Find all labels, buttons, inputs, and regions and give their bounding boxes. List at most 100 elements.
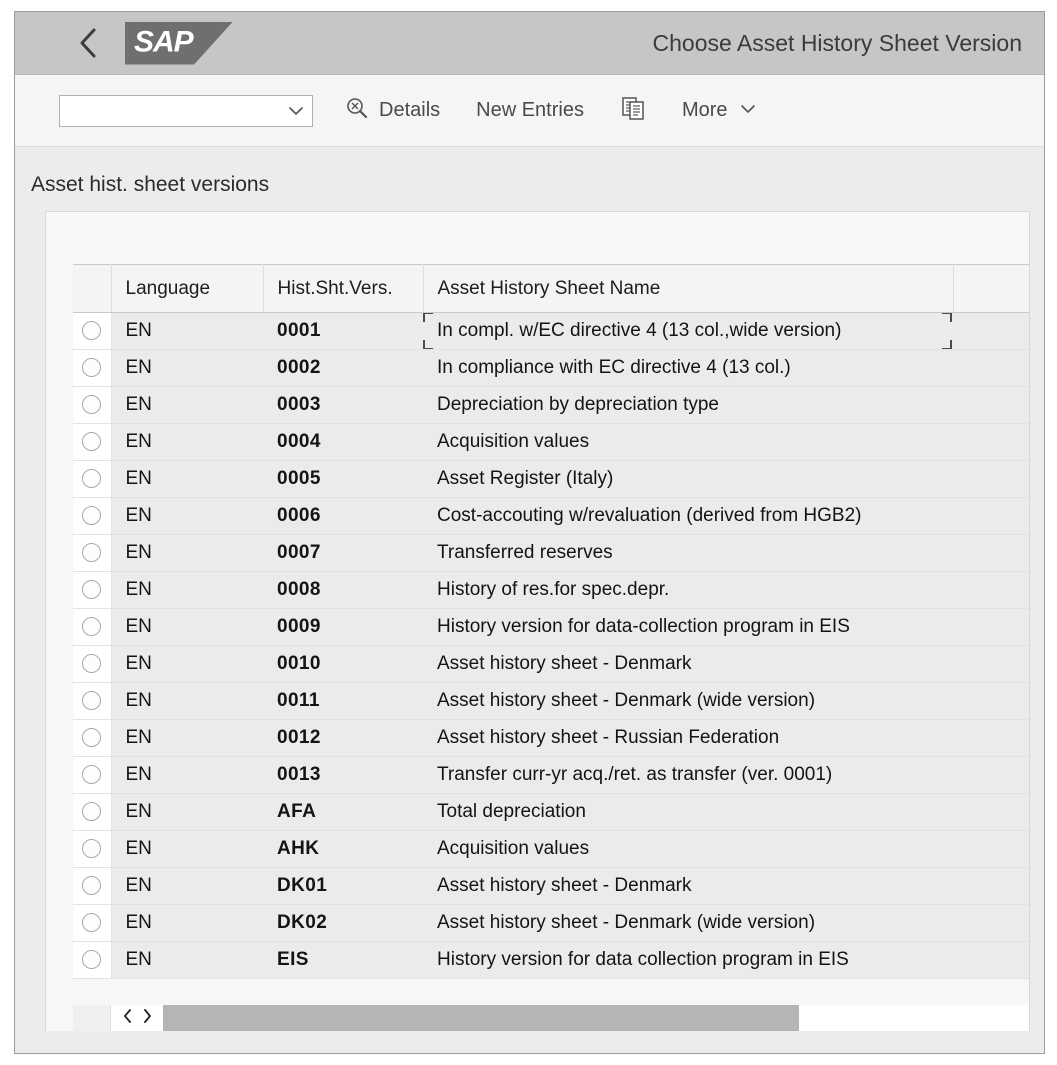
- radio-button-icon[interactable]: [82, 876, 102, 896]
- cell-sheet-name[interactable]: Asset Register (Italy): [423, 460, 953, 498]
- cell-version[interactable]: 0006: [263, 497, 423, 535]
- radio-button-icon[interactable]: [82, 728, 102, 748]
- cell-extra[interactable]: [953, 645, 1029, 683]
- column-header-language[interactable]: Language: [111, 264, 264, 313]
- cell-version[interactable]: 0010: [263, 645, 423, 683]
- cell-language[interactable]: EN: [111, 386, 263, 424]
- cell-extra[interactable]: [953, 793, 1029, 831]
- cell-language[interactable]: EN: [111, 423, 263, 461]
- radio-button-icon[interactable]: [82, 543, 102, 563]
- table-row[interactable]: EN 0004 Acquisition values: [73, 423, 1029, 461]
- cell-version[interactable]: 0002: [263, 349, 423, 387]
- cell-extra[interactable]: [953, 571, 1029, 609]
- cell-version[interactable]: 0004: [263, 423, 423, 461]
- cell-language[interactable]: EN: [111, 793, 263, 831]
- cell-version[interactable]: 0007: [263, 534, 423, 572]
- cell-sheet-name[interactable]: Acquisition values: [423, 830, 953, 868]
- scrollbar-track[interactable]: [163, 1005, 1029, 1031]
- cell-language[interactable]: EN: [111, 941, 263, 979]
- radio-button-icon[interactable]: [82, 691, 102, 711]
- cell-language[interactable]: EN: [111, 497, 263, 535]
- cell-version[interactable]: DK01: [263, 867, 423, 905]
- row-radio-cell[interactable]: [73, 386, 112, 424]
- cell-extra[interactable]: [953, 460, 1029, 498]
- row-radio-cell[interactable]: [73, 534, 112, 572]
- new-entries-button[interactable]: New Entries: [472, 91, 588, 131]
- row-radio-cell[interactable]: [73, 867, 112, 905]
- cell-language[interactable]: EN: [111, 312, 263, 350]
- details-button[interactable]: Details: [341, 91, 444, 131]
- cell-sheet-name[interactable]: In compl. w/EC directive 4 (13 col.,wide…: [423, 312, 953, 350]
- cell-language[interactable]: EN: [111, 460, 263, 498]
- radio-button-icon[interactable]: [82, 358, 102, 378]
- radio-button-icon[interactable]: [82, 432, 102, 452]
- cell-language[interactable]: EN: [111, 571, 263, 609]
- cell-extra[interactable]: [953, 349, 1029, 387]
- row-radio-cell[interactable]: [73, 349, 112, 387]
- cell-sheet-name[interactable]: History version for data-collection prog…: [423, 608, 953, 646]
- horizontal-scrollbar[interactable]: [73, 1005, 1029, 1031]
- cell-language[interactable]: EN: [111, 682, 263, 720]
- cell-version[interactable]: EIS: [263, 941, 423, 979]
- cell-extra[interactable]: [953, 386, 1029, 424]
- column-header-extra[interactable]: [953, 264, 1029, 313]
- table-row[interactable]: EN DK01 Asset history sheet - Denmark: [73, 867, 1029, 905]
- cell-version[interactable]: 0008: [263, 571, 423, 609]
- cell-sheet-name[interactable]: Asset history sheet - Denmark (wide vers…: [423, 904, 953, 942]
- row-radio-cell[interactable]: [73, 645, 112, 683]
- radio-button-icon[interactable]: [82, 580, 102, 600]
- cell-version[interactable]: 0003: [263, 386, 423, 424]
- version-select[interactable]: [59, 94, 313, 127]
- table-row[interactable]: EN 0010 Asset history sheet - Denmark: [73, 645, 1029, 683]
- cell-sheet-name[interactable]: Asset history sheet - Denmark: [423, 867, 953, 905]
- radio-button-icon[interactable]: [82, 802, 102, 822]
- table-row[interactable]: EN 0007 Transferred reserves: [73, 534, 1029, 572]
- cell-language[interactable]: EN: [111, 645, 263, 683]
- row-radio-cell[interactable]: [73, 571, 112, 609]
- cell-sheet-name[interactable]: History of res.for spec.depr.: [423, 571, 953, 609]
- cell-language[interactable]: EN: [111, 904, 263, 942]
- table-row[interactable]: EN 0001 In compl. w/EC directive 4 (13 col…: [73, 312, 1029, 350]
- scrollbar-arrows[interactable]: [111, 1005, 163, 1031]
- radio-button-icon[interactable]: [82, 765, 102, 785]
- cell-sheet-name[interactable]: In compliance with EC directive 4 (13 co…: [423, 349, 953, 387]
- cell-extra[interactable]: [953, 534, 1029, 572]
- row-radio-cell[interactable]: [73, 608, 112, 646]
- cell-extra[interactable]: [953, 941, 1029, 979]
- cell-extra[interactable]: [953, 719, 1029, 757]
- table-row[interactable]: EN DK02 Asset history sheet - Denmark (wid…: [73, 904, 1029, 942]
- table-row[interactable]: EN 0013 Transfer curr-yr acq./ret. as tran…: [73, 756, 1029, 794]
- cell-version[interactable]: 0001: [263, 312, 423, 350]
- radio-button-icon[interactable]: [82, 617, 102, 637]
- table-row[interactable]: EN 0009 History version for data-collectio…: [73, 608, 1029, 646]
- table-row[interactable]: EN 0012 Asset history sheet - Russian Fede…: [73, 719, 1029, 757]
- radio-button-icon[interactable]: [82, 839, 102, 859]
- cell-sheet-name[interactable]: Cost-accouting w/revaluation (derived fr…: [423, 497, 953, 535]
- radio-button-icon[interactable]: [82, 913, 102, 933]
- row-radio-cell[interactable]: [73, 941, 112, 979]
- chevron-right-icon[interactable]: [141, 1008, 153, 1029]
- column-header-version[interactable]: Hist.Sht.Vers.: [263, 264, 424, 313]
- table-row[interactable]: EN 0003 Depreciation by depreciation type: [73, 386, 1029, 424]
- cell-language[interactable]: EN: [111, 534, 263, 572]
- row-radio-cell[interactable]: [73, 497, 112, 535]
- cell-extra[interactable]: [953, 830, 1029, 868]
- cell-sheet-name[interactable]: Asset history sheet - Russian Federation: [423, 719, 953, 757]
- cell-extra[interactable]: [953, 608, 1029, 646]
- back-button[interactable]: [65, 20, 111, 66]
- row-radio-cell[interactable]: [73, 460, 112, 498]
- row-radio-cell[interactable]: [73, 793, 112, 831]
- table-row[interactable]: EN 0008 History of res.for spec.depr.: [73, 571, 1029, 609]
- table-row[interactable]: EN AFA Total depreciation: [73, 793, 1029, 831]
- cell-sheet-name[interactable]: Transfer curr-yr acq./ret. as transfer (…: [423, 756, 953, 794]
- row-radio-cell[interactable]: [73, 904, 112, 942]
- cell-version[interactable]: DK02: [263, 904, 423, 942]
- cell-sheet-name[interactable]: Asset history sheet - Denmark: [423, 645, 953, 683]
- scrollbar-thumb[interactable]: [163, 1005, 799, 1031]
- cell-language[interactable]: EN: [111, 867, 263, 905]
- cell-version[interactable]: 0005: [263, 460, 423, 498]
- table-row[interactable]: EN EIS History version for data collection…: [73, 941, 1029, 979]
- cell-language[interactable]: EN: [111, 349, 263, 387]
- radio-button-icon[interactable]: [82, 469, 102, 489]
- row-radio-cell[interactable]: [73, 423, 112, 461]
